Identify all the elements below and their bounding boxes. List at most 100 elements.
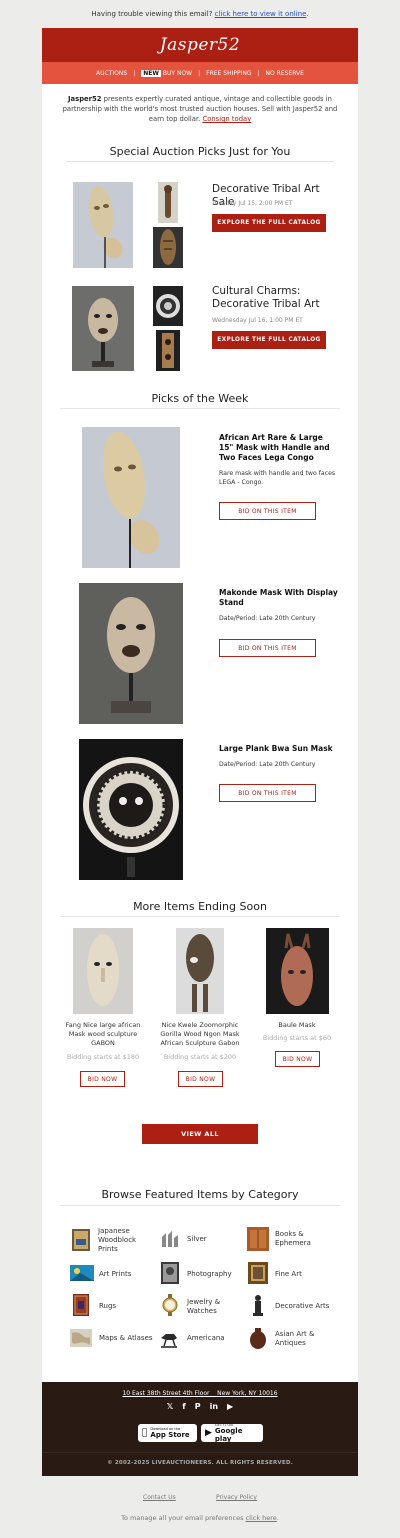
sale-1-date: Tuesday Jul 15, 2:00 PM ET — [212, 200, 293, 207]
category-fine-art[interactable]: Fine Art — [275, 1270, 302, 1279]
category-maps-atlases[interactable]: Maps & Atlases — [99, 1334, 153, 1343]
ending-2-image[interactable] — [176, 928, 224, 1014]
bid-button-2[interactable]: BID ON THIS ITEM — [219, 639, 316, 657]
manage-preferences: To manage all your email preferences cli… — [121, 1514, 279, 1522]
app-store-badge[interactable]:  Download on theApp Store — [138, 1424, 197, 1442]
categories-heading: Browse Featured Items by Category — [101, 1188, 299, 1201]
contact-link[interactable]: Contact Us — [143, 1494, 176, 1501]
social-links: 𝕏 f P in ▶ — [42, 1402, 358, 1411]
decorative-arts-thumb[interactable] — [251, 1293, 265, 1317]
sale-2-date: Wednesday Jul 16, 1:00 PM ET — [212, 317, 303, 324]
ending-3-image[interactable] — [266, 928, 329, 1014]
japanese-woodblock-thumb[interactable] — [72, 1229, 90, 1251]
privacy-link-wrap: Privacy Policy — [216, 1484, 257, 1503]
preheader-text: Having trouble viewing this email? — [91, 10, 213, 18]
ending-2-name[interactable]: Nice Kwele Zoomorphic Gorilla Wood Ngon … — [154, 1021, 246, 1048]
pick-3-title[interactable]: Large Plank Bwa Sun Mask — [219, 744, 339, 754]
ending-1-price: Bidding starts at $180 — [66, 1053, 140, 1061]
bid-button-3[interactable]: BID ON THIS ITEM — [219, 784, 316, 802]
pick-3-image[interactable] — [79, 739, 183, 880]
nav-no-reserve[interactable]: NO RESERVE — [266, 70, 304, 77]
pick-1-image[interactable] — [82, 427, 180, 568]
divider — [60, 1205, 340, 1206]
special-picks-heading: Special Auction Picks Just for You — [109, 145, 291, 158]
divider — [66, 161, 334, 162]
preheader: Having trouble viewing this email? click… — [91, 10, 309, 18]
twitter-icon[interactable]: 𝕏 — [167, 1402, 173, 1411]
category-photography[interactable]: Photography — [187, 1270, 232, 1279]
google-play-badge[interactable]: ▶ GET IT ON Google play — [201, 1423, 263, 1443]
category-americana[interactable]: Americana — [187, 1334, 225, 1343]
youtube-icon[interactable]: ▶ — [227, 1402, 233, 1411]
category-rugs[interactable]: Rugs — [99, 1302, 116, 1311]
jasper52-logo[interactable]: Jasper52 — [160, 35, 240, 55]
category-japanese-woodblock[interactable]: Japanese Woodblock Prints — [98, 1227, 158, 1254]
pick-3-desc: Date/Period: Late 20th Century — [219, 761, 316, 768]
divider — [60, 916, 340, 917]
silver-thumb[interactable] — [158, 1229, 180, 1249]
ending-heading: More Items Ending Soon — [133, 900, 267, 913]
header: Jasper52 — [42, 28, 358, 62]
linkedin-icon[interactable]: in — [210, 1402, 218, 1411]
play-store-icon: ▶ — [205, 1428, 212, 1438]
sale-1-main-image[interactable] — [73, 182, 133, 268]
fine-art-thumb[interactable] — [248, 1262, 268, 1284]
pick-2-title[interactable]: Makonde Mask With Display Stand — [219, 588, 339, 608]
asian-art-thumb[interactable] — [248, 1326, 268, 1350]
explore-catalog-button-1[interactable]: EXPLORE THE FULL CATALOG — [212, 214, 326, 232]
books-thumb[interactable] — [247, 1227, 269, 1251]
art-prints-thumb[interactable] — [70, 1265, 94, 1281]
bid-now-button-3[interactable]: BID NOW — [275, 1051, 320, 1067]
explore-catalog-button-2[interactable]: EXPLORE THE FULL CATALOG — [212, 331, 326, 349]
intro-text: Jasper52 presents expertly curated antiq… — [62, 95, 338, 123]
sale-2-main-image[interactable] — [72, 286, 134, 371]
nav-free-shipping[interactable]: FREE SHIPPING — [206, 70, 251, 77]
americana-thumb[interactable] — [158, 1328, 180, 1348]
email-body: Jasper52 AUCTIONS | NEW BUY NOW | FREE S… — [42, 28, 358, 1382]
pick-1-title[interactable]: African Art Rare & Large 15" Mask with H… — [219, 433, 335, 463]
view-all-button[interactable]: VIEW ALL — [142, 1124, 258, 1144]
pick-2-image[interactable] — [79, 583, 183, 724]
bid-now-button-1[interactable]: BID NOW — [80, 1071, 125, 1087]
jewelry-thumb[interactable] — [160, 1293, 180, 1317]
facebook-icon[interactable]: f — [182, 1402, 185, 1411]
manage-link[interactable]: click here — [246, 1514, 277, 1522]
sale-1-thumb-2[interactable] — [153, 227, 183, 268]
divider — [60, 408, 340, 409]
category-art-prints[interactable]: Art Prints — [99, 1270, 131, 1279]
ending-1-name[interactable]: Fang Nice large african Mask wood sculpt… — [60, 1021, 146, 1048]
footer: 10 East 38th Street 4th Floor New York, … — [42, 1382, 358, 1476]
bid-now-button-2[interactable]: BID NOW — [178, 1071, 223, 1087]
ending-3-name[interactable]: Baule Mask — [252, 1021, 342, 1030]
category-jewelry-watches[interactable]: Jewelry & Watches — [187, 1298, 247, 1316]
nav-bar: AUCTIONS | NEW BUY NOW | FREE SHIPPING |… — [42, 62, 358, 84]
new-badge: NEW — [141, 69, 161, 77]
ending-3-price: Bidding starts at $60 — [262, 1034, 332, 1042]
category-books-ephemera[interactable]: Books & Ephemera — [275, 1230, 335, 1248]
sale-2-thumb-2[interactable] — [156, 330, 180, 371]
sale-2-thumb-1[interactable] — [153, 286, 183, 326]
category-asian-art[interactable]: Asian Art & Antiques — [275, 1330, 335, 1348]
consign-link[interactable]: Consign today — [202, 115, 251, 123]
category-silver[interactable]: Silver — [187, 1235, 207, 1244]
footer-address[interactable]: 10 East 38th Street 4th Floor New York, … — [42, 1390, 358, 1397]
maps-thumb[interactable] — [70, 1329, 92, 1347]
view-online-link[interactable]: click here to view it online — [215, 10, 307, 18]
ending-1-image[interactable] — [73, 928, 133, 1014]
nav-buy-now[interactable]: NEW BUY NOW — [141, 69, 192, 77]
privacy-link[interactable]: Privacy Policy — [216, 1494, 257, 1501]
nav-auctions[interactable]: AUCTIONS — [96, 70, 127, 77]
photography-thumb[interactable] — [161, 1262, 179, 1284]
footer-divider — [42, 1452, 358, 1453]
sale-1-thumb-1[interactable] — [158, 182, 178, 223]
sale-2-title[interactable]: Cultural Charms: Decorative Tribal Art — [212, 285, 332, 311]
rugs-thumb[interactable] — [73, 1294, 89, 1316]
pick-1-desc: Rare mask with handle and two faces LEGA… — [219, 470, 336, 486]
bid-button-1[interactable]: BID ON THIS ITEM — [219, 502, 316, 520]
picks-heading: Picks of the Week — [151, 392, 249, 405]
pinterest-icon[interactable]: P — [195, 1402, 201, 1411]
category-decorative-arts[interactable]: Decorative Arts — [275, 1302, 329, 1311]
contact-link-wrap: Contact Us — [143, 1484, 176, 1503]
pick-2-desc: Date/Period: Late 20th Century — [219, 615, 316, 622]
copyright: © 2002-2025 LIVEAUCTIONEERS. ALL RIGHTS … — [107, 1460, 293, 1466]
